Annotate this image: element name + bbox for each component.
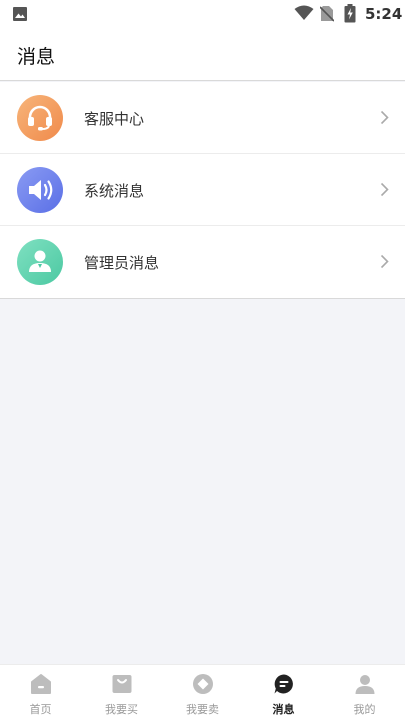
chevron-right-icon bbox=[380, 254, 389, 269]
chevron-right-icon bbox=[380, 110, 389, 125]
list-item-label: 客服中心 bbox=[84, 110, 145, 128]
list-item-label: 管理员消息 bbox=[84, 254, 160, 272]
title-bar: 消息 bbox=[0, 28, 405, 81]
list-item-label: 系统消息 bbox=[84, 182, 145, 200]
tab-label: 我要买 bbox=[105, 703, 138, 716]
headset-icon bbox=[17, 95, 63, 141]
person-icon bbox=[355, 675, 374, 694]
tab-label: 我的 bbox=[353, 703, 376, 716]
chevron-right-icon bbox=[380, 182, 389, 197]
tab-profile[interactable]: 我的 bbox=[324, 665, 405, 720]
message-icon bbox=[274, 674, 293, 694]
status-bar: 5:24 bbox=[0, 0, 405, 28]
tab-messages[interactable]: 消息 bbox=[243, 665, 324, 720]
image-notification-icon bbox=[13, 7, 27, 21]
tab-buy[interactable]: 我要买 bbox=[81, 665, 162, 720]
message-category-list: 客服中心 系统消息 管理员消息 bbox=[0, 82, 405, 299]
speaker-icon bbox=[17, 167, 63, 213]
home-icon bbox=[30, 674, 51, 694]
battery-charging-icon bbox=[344, 4, 356, 23]
list-item-customer-service[interactable]: 客服中心 bbox=[0, 82, 405, 154]
shopping-bag-icon bbox=[112, 675, 131, 693]
tab-label: 我要卖 bbox=[186, 703, 219, 716]
no-sim-icon bbox=[320, 6, 334, 22]
status-time: 5:24 bbox=[365, 5, 403, 23]
tab-label: 首页 bbox=[29, 703, 52, 716]
bottom-tab-bar: 首页 我要买 我要卖 消息 我的 bbox=[0, 664, 405, 720]
tab-sell[interactable]: 我要卖 bbox=[162, 665, 243, 720]
tab-home[interactable]: 首页 bbox=[0, 665, 81, 720]
list-item-system-messages[interactable]: 系统消息 bbox=[0, 154, 405, 226]
tab-label: 消息 bbox=[272, 703, 295, 716]
list-item-admin-messages[interactable]: 管理员消息 bbox=[0, 226, 405, 298]
sell-diamond-icon bbox=[192, 674, 213, 694]
page-title: 消息 bbox=[17, 46, 56, 68]
wifi-icon bbox=[294, 5, 314, 20]
admin-user-icon bbox=[17, 239, 63, 285]
